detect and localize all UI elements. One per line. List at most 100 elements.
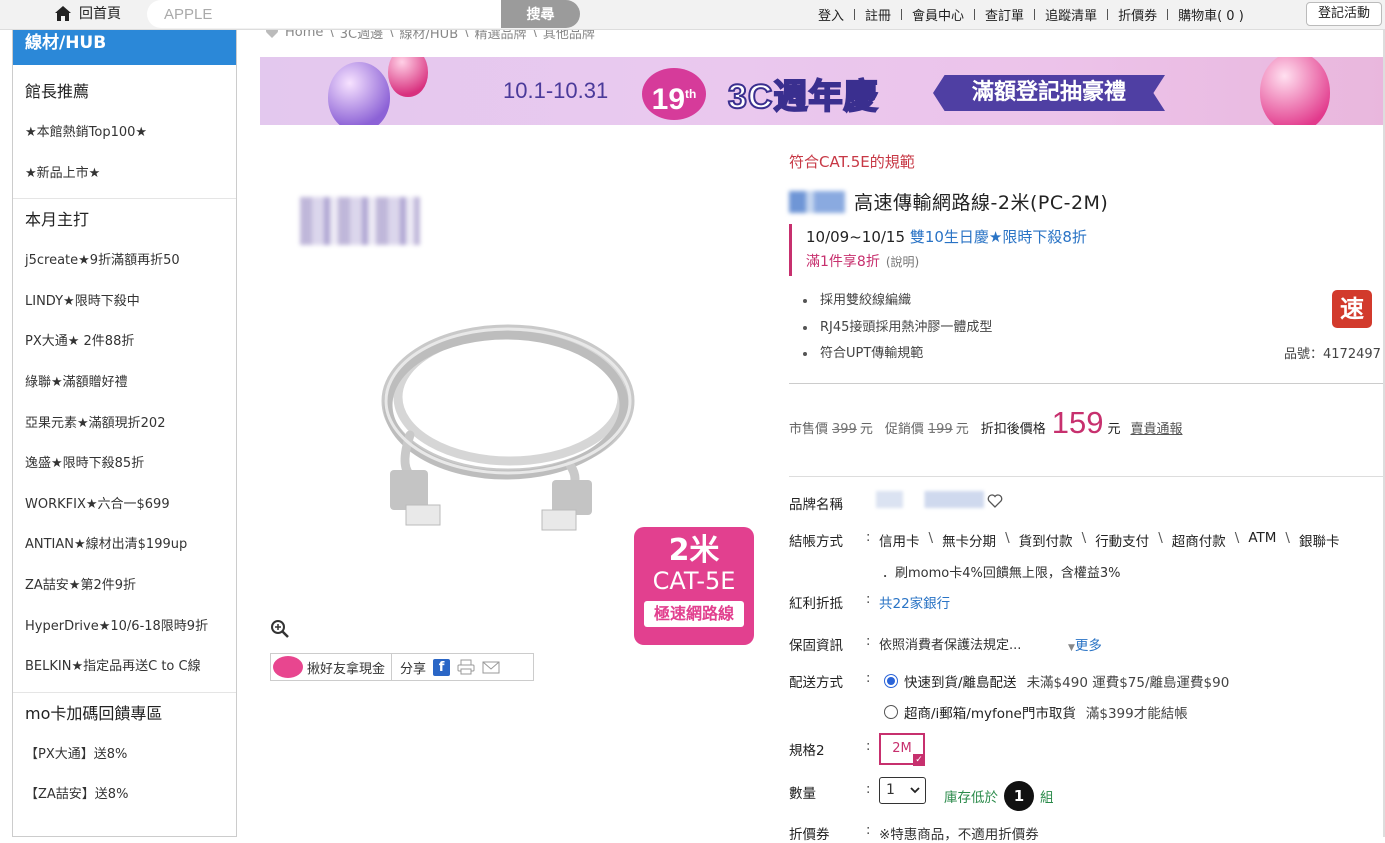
colon: : (866, 592, 871, 607)
sidebar-item[interactable]: 亞果元素★滿額現折202 (13, 404, 236, 445)
home-label: 回首頁 (79, 6, 121, 22)
brand-logo (300, 197, 420, 245)
feature-item: RJ45接頭採用熱沖膠一體成型 (803, 317, 992, 344)
separator (901, 9, 903, 20)
sidebar-item[interactable]: ZA喆安★第2件9折 (13, 566, 236, 607)
member-center-link[interactable]: 會員中心 (912, 5, 964, 24)
separator: \ (1234, 530, 1240, 546)
cart-link[interactable]: 購物車( 0 ) (1178, 5, 1244, 24)
caret-down-icon: ▼ (1068, 643, 1075, 653)
payment-method: ATM (1248, 530, 1277, 546)
breadcrumb-item[interactable]: 線材/HUB (400, 30, 459, 42)
stock-unit: 組 (1040, 790, 1054, 806)
facebook-icon[interactable]: f (433, 658, 451, 676)
divider (789, 476, 1385, 477)
promo-link[interactable]: 雙10生日慶★限時下殺8折 (910, 228, 1087, 246)
sidebar-item[interactable]: HyperDrive★10/6-18限時9折 (13, 607, 236, 648)
print-icon[interactable] (457, 659, 475, 675)
warranty-more-link[interactable]: ▼更多 (1068, 634, 1102, 654)
separator: \ (928, 530, 934, 546)
coupon-link[interactable]: 折價券 (1118, 5, 1157, 24)
breadcrumb-item[interactable]: 精選品牌 (475, 30, 527, 42)
warranty-value: 依照消費者保護法規定... (879, 638, 1022, 653)
sidebar-item[interactable]: j5create★9折滿額再折50 (13, 241, 236, 282)
final-price-unit: 元 (1107, 422, 1121, 437)
separator: \ (1005, 530, 1010, 546)
activity-register-button[interactable]: 登記活動 (1306, 2, 1382, 26)
heart-outline-icon (266, 30, 278, 38)
shipping-option-store[interactable]: 超商/i郵箱/myfone門市取貨 滿$399才能結帳 (884, 702, 1188, 722)
separator (974, 9, 976, 20)
bank-list-link[interactable]: 共22家銀行 (879, 592, 950, 612)
price-row: 市售價 399 元 促銷價 199 元 折扣後價格 159 元 賣貴通報 (789, 405, 1183, 441)
sidebar-item[interactable]: WORKFIX★六合一$699 (13, 485, 236, 526)
spec-label: 規格2 (789, 743, 825, 759)
product-title: 高速傳輸網路線-2米(PC-2M) (854, 192, 1109, 214)
quantity-label: 數量 (789, 786, 816, 802)
sidebar-item[interactable]: ★本館熱銷Top100★ (13, 113, 236, 154)
radio-unselected[interactable] (884, 705, 898, 719)
search-input[interactable] (147, 0, 503, 28)
radio-selected[interactable] (884, 674, 898, 688)
promo-discount-line: 滿1件享8折 (說明) (806, 251, 1087, 271)
heart-icon[interactable] (987, 493, 1003, 508)
wishlist-link[interactable]: 追蹤清單 (1045, 5, 1097, 24)
share-label: 分享 (400, 661, 427, 677)
sidebar-item[interactable]: 【ZA喆安】送8% (13, 775, 236, 816)
more-label: 更多 (1074, 638, 1102, 654)
invite-friend-label: 揪好友拿現金 (307, 661, 386, 677)
banner-title: 3C週年慶 (727, 77, 879, 117)
shipping-option-fast[interactable]: 快速到貨/離島配送 未滿$490 運費$75/離島運費$90 (884, 671, 1229, 691)
sidebar-item[interactable]: 逸盛★限時下殺85折 (13, 444, 236, 485)
sidebar-item[interactable]: LINDY★限時下殺中 (13, 282, 236, 323)
spec-note: 符合CAT.5E的規範 (789, 153, 915, 171)
brand-name-redacted[interactable] (876, 491, 984, 508)
breadcrumb-item[interactable]: 其他品牌 (543, 30, 595, 42)
separator (1034, 9, 1036, 20)
product-image (381, 324, 635, 531)
market-price-label: 市售價 (789, 422, 829, 437)
breadcrumb-item[interactable]: Home (285, 30, 323, 40)
sidebar-section-title: 館長推薦 (25, 82, 90, 101)
product-number: 品號：4172497 (1284, 347, 1381, 362)
breadcrumb-item[interactable]: 3C週邊 (340, 30, 383, 42)
colon: : (866, 634, 871, 649)
sidebar-item[interactable]: 【PX大通】送8% (13, 735, 236, 776)
quantity-select[interactable]: 1 (879, 777, 926, 804)
orders-link[interactable]: 查訂單 (985, 5, 1024, 24)
invite-friend-button[interactable]: 揪好友拿現金 (271, 654, 393, 680)
separator: \ (1285, 530, 1290, 546)
coupon-label: 折價券 (789, 827, 830, 843)
sidebar-item[interactable]: ANTIAN★線材出清$199up (13, 525, 236, 566)
home-link[interactable]: 回首頁 (54, 3, 121, 23)
breadcrumb-sep: \ (464, 30, 469, 40)
separator (1167, 9, 1169, 20)
sidebar-item[interactable]: BELKIN★指定品再送C to C線 (13, 647, 236, 688)
mail-icon[interactable] (482, 659, 500, 675)
payment-method: 無卡分期 (942, 534, 997, 550)
price-report-link[interactable]: 賣貴通報 (1130, 418, 1182, 437)
promo-price-value: 199 (927, 422, 953, 437)
sidebar-section-title: 本月主打 (25, 210, 90, 230)
payment-method: 銀聯卡 (1298, 534, 1340, 550)
spec-option-selected[interactable]: 2M (879, 733, 925, 766)
sidebar-header: 線材/HUB (13, 30, 236, 65)
brand-name-redacted (789, 190, 845, 213)
promo-banner[interactable]: 10.1-10.31 19th 3C週年慶 滿額登記抽豪禮 (260, 57, 1385, 125)
sidebar-item[interactable]: 綠聯★滿額贈好禮 (13, 363, 236, 404)
payment-methods: 信用卡 \ 無卡分期 \ 貨到付款 \ 行動支付 \ 超商付款 \ ATM \ 銀聯卡 (879, 530, 1339, 550)
shipping-label: 配送方式 (789, 675, 843, 691)
stock-text: 庫存低於 (944, 790, 998, 806)
zoom-icon[interactable] (270, 619, 290, 639)
promo-explain-link[interactable]: (說明) (886, 255, 919, 269)
breadcrumb-sep: \ (389, 30, 394, 40)
sidebar-item[interactable]: PX大通★ 2件88折 (13, 322, 236, 363)
register-link[interactable]: 註冊 (865, 5, 891, 24)
login-link[interactable]: 登入 (818, 5, 844, 24)
balloon-image (328, 62, 390, 125)
payment-method: 超商付款 (1171, 534, 1226, 550)
share-bar: 揪好友拿現金 分享 f (270, 653, 534, 681)
sidebar-item[interactable]: ★新品上市★ (13, 154, 236, 195)
search-button[interactable]: 搜尋 (501, 0, 580, 28)
payment-label: 結帳方式 (789, 534, 843, 550)
